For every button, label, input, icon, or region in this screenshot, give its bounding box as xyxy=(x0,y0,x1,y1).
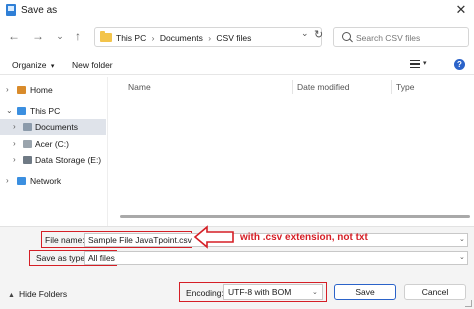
computer-icon xyxy=(17,107,26,115)
resize-grip[interactable] xyxy=(465,300,472,307)
chevron-right-icon[interactable]: › xyxy=(13,122,16,131)
column-header-type[interactable]: Type xyxy=(396,82,414,92)
breadcrumb-documents[interactable]: Documents xyxy=(160,33,203,43)
caret-up-icon: ▲ xyxy=(8,292,15,299)
chevron-right-icon: › xyxy=(208,33,212,43)
column-divider[interactable] xyxy=(292,80,293,94)
search-box[interactable]: Search CSV files xyxy=(333,27,469,47)
view-options-icon[interactable] xyxy=(410,60,420,69)
sidebar-item-label: Network xyxy=(30,176,62,186)
sidebar-item-documents[interactable]: › Documents xyxy=(0,119,106,135)
sidebar-item-label: This PC xyxy=(30,106,61,116)
address-history-chevron-icon[interactable]: ⌄ xyxy=(301,28,309,39)
chevron-right-icon[interactable]: › xyxy=(13,155,16,164)
title-bar: Save as ✕ xyxy=(0,0,474,22)
drive-icon xyxy=(23,156,32,164)
new-folder-button[interactable]: New folder xyxy=(72,60,113,70)
sidebar-item-label: Home xyxy=(30,85,53,95)
sidebar-item-home[interactable]: › Home xyxy=(0,82,106,98)
red-arrow-icon xyxy=(193,225,234,249)
recent-locations-dropdown[interactable]: ⌄ xyxy=(52,28,68,44)
scrollbar-thumb[interactable] xyxy=(120,215,470,218)
breadcrumb-csv-files[interactable]: CSV files xyxy=(216,33,251,43)
chevron-down-icon[interactable]: ⌄ xyxy=(459,235,465,243)
chevron-right-icon[interactable]: › xyxy=(13,139,16,148)
chevron-right-icon[interactable]: › xyxy=(6,176,9,185)
drive-icon xyxy=(23,140,32,148)
organize-button[interactable]: Organize ▾ xyxy=(12,60,54,70)
save-as-type-select[interactable]: All files xyxy=(84,251,468,265)
file-name-label: File name: xyxy=(45,235,85,245)
sidebar-item-network[interactable]: › Network xyxy=(0,173,106,189)
chevron-right-icon[interactable]: › xyxy=(6,85,9,94)
chevron-down-icon[interactable]: ⌄ xyxy=(459,253,465,261)
encoding-label: Encoding: xyxy=(186,288,224,298)
hide-folders-label: Hide Folders xyxy=(18,289,68,299)
sidebar-item-acer-c[interactable]: › Acer (C:) xyxy=(0,136,106,152)
cancel-button[interactable]: Cancel xyxy=(404,284,466,300)
organize-label: Organize xyxy=(12,60,47,70)
search-icon xyxy=(342,32,351,41)
app-icon xyxy=(6,4,16,16)
encoding-value: UTF-8 with BOM xyxy=(228,287,292,297)
chevron-down-icon: ⌄ xyxy=(312,289,318,296)
chevron-down-icon[interactable]: ⌄ xyxy=(6,106,13,115)
search-input[interactable]: Search CSV files xyxy=(356,33,420,43)
sidebar-item-data-storage-e[interactable]: › Data Storage (E:) xyxy=(0,152,106,168)
sidebar-item-label: Documents xyxy=(35,122,78,132)
sidebar-item-label: Data Storage (E:) xyxy=(35,155,102,165)
sidebar-item-label: Acer (C:) xyxy=(35,139,69,149)
documents-icon xyxy=(23,123,32,131)
refresh-button[interactable]: ↻ xyxy=(314,28,323,41)
home-icon xyxy=(17,86,26,94)
caret-down-icon: ▾ xyxy=(50,63,55,70)
pane-divider[interactable] xyxy=(107,77,108,227)
breadcrumb: This PC › Documents › CSV files xyxy=(116,33,251,43)
divider xyxy=(0,74,474,75)
view-dropdown-icon[interactable]: ▾ xyxy=(423,59,427,67)
save-button[interactable]: Save xyxy=(334,284,396,300)
network-icon xyxy=(17,177,26,185)
encoding-select[interactable]: UTF-8 with BOM ⌄ xyxy=(223,284,323,300)
forward-button[interactable]: → xyxy=(30,28,46,44)
chevron-right-icon: › xyxy=(151,33,155,43)
save-as-type-value: All files xyxy=(88,253,115,263)
hide-folders-button[interactable]: ▲ Hide Folders xyxy=(8,289,67,299)
column-divider[interactable] xyxy=(391,80,392,94)
address-bar[interactable]: This PC › Documents › CSV files xyxy=(94,27,322,47)
horizontal-scrollbar[interactable] xyxy=(120,215,470,220)
file-name-value: Sample File JavaTpoint.csv xyxy=(88,235,192,245)
column-header-date-modified[interactable]: Date modified xyxy=(297,82,349,92)
breadcrumb-this-pc[interactable]: This PC xyxy=(116,33,146,43)
help-icon[interactable]: ? xyxy=(454,59,465,70)
up-button[interactable]: ↑ xyxy=(70,28,86,44)
sidebar-item-this-pc[interactable]: ⌄ This PC xyxy=(0,103,106,119)
save-as-type-label: Save as type: xyxy=(36,253,88,263)
window-title: Save as xyxy=(21,5,58,16)
annotation-text: with .csv extension, not txt xyxy=(240,232,368,243)
back-button[interactable]: ← xyxy=(6,28,22,44)
command-bar: Organize ▾ New folder ▾ xyxy=(0,54,474,76)
column-header-name[interactable]: Name xyxy=(128,82,151,92)
folder-icon xyxy=(100,31,112,42)
close-button[interactable]: ✕ xyxy=(452,2,470,18)
